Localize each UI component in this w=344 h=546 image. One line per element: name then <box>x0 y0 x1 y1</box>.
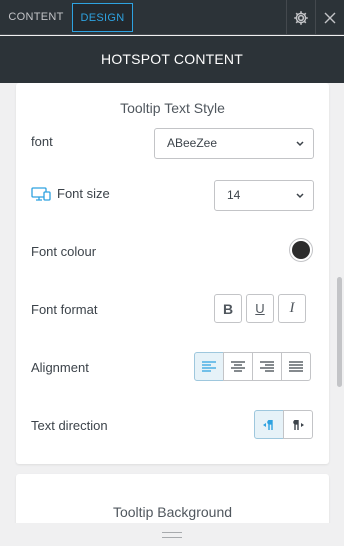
chevron-down-icon <box>296 129 304 158</box>
font-colour-dot <box>292 241 310 259</box>
top-tab-bar: CONTENT DESIGN <box>0 0 344 35</box>
font-size-value: 14 <box>227 188 241 202</box>
tooltip-text-style-card: Tooltip Text Style font ABeeZee Font siz… <box>16 83 329 464</box>
settings-button[interactable] <box>286 0 314 35</box>
font-colour-picker[interactable] <box>289 238 313 262</box>
chevron-down-icon <box>296 181 304 210</box>
font-select[interactable]: ABeeZee <box>154 128 314 159</box>
underline-button[interactable]: U <box>246 294 274 323</box>
align-center-button[interactable] <box>223 352 253 381</box>
section-title: Tooltip Background <box>112 504 233 520</box>
italic-button[interactable]: I <box>278 294 306 323</box>
tooltip-background-card: Tooltip Background <box>16 474 329 523</box>
scrollbar-thumb[interactable] <box>337 277 342 387</box>
ltr-icon <box>263 419 273 430</box>
resize-bar[interactable] <box>0 523 344 546</box>
tab-design[interactable]: DESIGN <box>72 3 133 32</box>
section-title: Tooltip Text Style <box>120 100 225 116</box>
font-size-select[interactable]: 14 <box>214 180 314 211</box>
rtl-button[interactable] <box>283 410 313 439</box>
font-size-row: Font size <box>31 186 110 201</box>
align-left-icon <box>202 361 216 372</box>
settings-scroll-area[interactable]: Tooltip Text Style font ABeeZee Font siz… <box>0 83 344 523</box>
align-center-icon <box>231 361 245 372</box>
font-format-buttons: B U I <box>214 294 306 323</box>
ltr-button[interactable] <box>254 410 284 439</box>
align-justify-button[interactable] <box>281 352 311 381</box>
close-button[interactable] <box>315 0 343 35</box>
font-format-label: Font format <box>31 302 98 317</box>
drag-handle-icon <box>162 531 182 538</box>
bold-button[interactable]: B <box>214 294 242 323</box>
bold-icon: B <box>222 300 234 317</box>
font-label: font <box>31 134 53 149</box>
tab-content[interactable]: CONTENT <box>4 3 68 32</box>
text-direction-buttons <box>254 410 313 439</box>
gear-icon <box>293 10 308 25</box>
alignment-buttons <box>194 352 311 381</box>
font-size-label: Font size <box>57 186 110 201</box>
rtl-icon <box>293 419 304 430</box>
italic-icon: I <box>289 300 295 316</box>
font-colour-label: Font colour <box>31 244 97 259</box>
desktop-devices-icon[interactable] <box>31 186 51 201</box>
align-right-icon <box>260 361 274 372</box>
alignment-label: Alignment <box>31 360 89 375</box>
align-justify-icon <box>289 361 303 372</box>
close-icon <box>324 12 335 23</box>
text-direction-label: Text direction <box>31 418 108 433</box>
panel-title: HOTSPOT CONTENT <box>0 36 344 83</box>
align-left-button[interactable] <box>194 352 224 381</box>
font-select-value: ABeeZee <box>167 136 218 150</box>
underline-icon: U <box>255 301 265 316</box>
align-right-button[interactable] <box>252 352 282 381</box>
